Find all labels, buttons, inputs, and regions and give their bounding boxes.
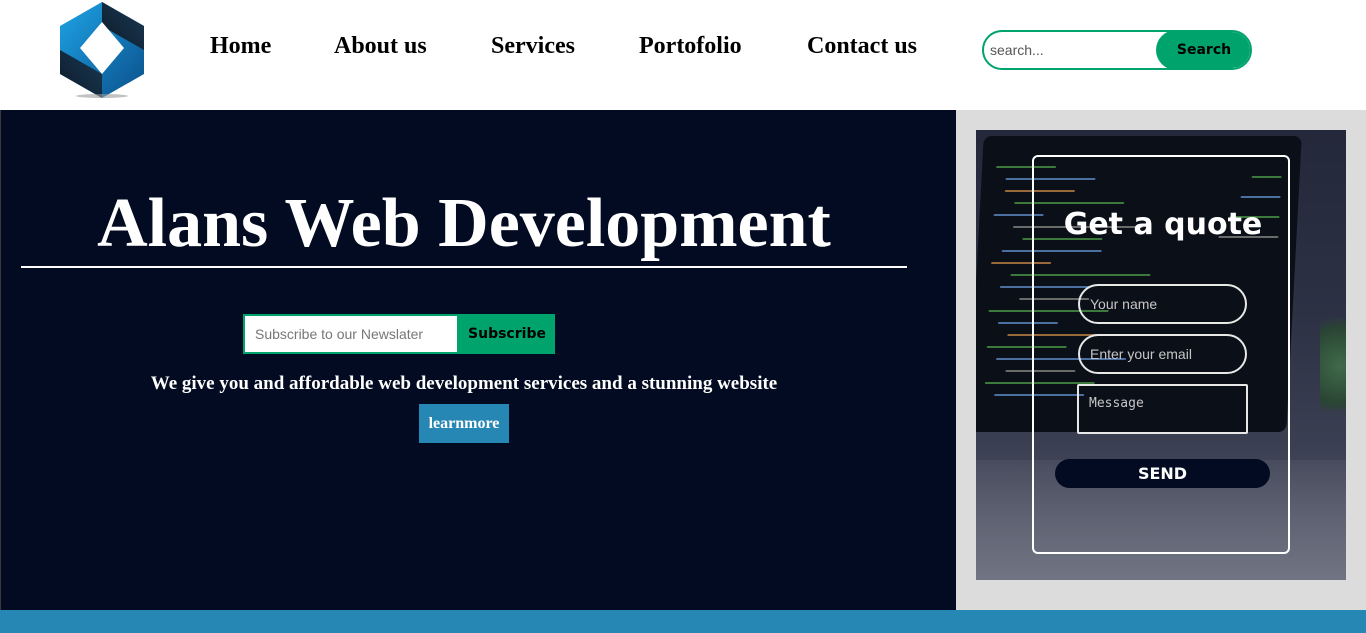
site-header: Home About us Services Portofolio Contac… — [0, 0, 1366, 110]
search-button[interactable]: Search — [1156, 32, 1250, 68]
quote-section: Get a quote SEND — [956, 110, 1366, 610]
newsletter-form: Subscribe — [243, 314, 555, 354]
nav-contact-link[interactable]: Contact us — [807, 31, 917, 61]
footer-strip — [0, 610, 1366, 633]
nav-portfolio-link[interactable]: Portofolio — [639, 31, 742, 61]
search-bar: Search — [982, 30, 1252, 70]
hero-divider — [21, 266, 907, 268]
newsletter-email-input[interactable] — [243, 314, 459, 354]
quote-title: Get a quote — [1063, 207, 1263, 242]
plant-decoration — [1320, 300, 1346, 410]
laptop-background-image: Get a quote SEND — [976, 130, 1346, 580]
hero-title: Alans Web Development — [97, 185, 831, 262]
quote-email-input[interactable] — [1078, 334, 1247, 374]
subscribe-button[interactable]: Subscribe — [459, 314, 555, 354]
nav-services-link[interactable]: Services — [491, 31, 575, 61]
quote-form-card: Get a quote SEND — [1032, 155, 1290, 554]
search-input[interactable] — [990, 32, 1160, 68]
send-button[interactable]: SEND — [1055, 459, 1270, 488]
diamond-cube-logo-icon[interactable] — [60, 2, 144, 98]
hero-tagline: We give you and affordable web developme… — [150, 373, 778, 394]
hero-section: Alans Web Development Subscribe We give … — [0, 110, 956, 610]
nav-about-link[interactable]: About us — [334, 31, 427, 61]
quote-message-textarea[interactable] — [1077, 384, 1248, 434]
learn-more-button[interactable]: learnmore — [419, 404, 509, 443]
nav-home-link[interactable]: Home — [210, 31, 271, 61]
quote-name-input[interactable] — [1078, 284, 1247, 324]
